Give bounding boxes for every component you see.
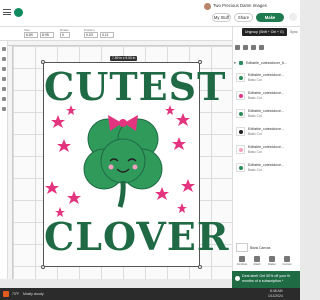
ungroup-tooltip: Ungroup (Shift + Ctrl + G) (242, 28, 287, 36)
layer-operation: Basic Cut (248, 132, 262, 136)
combine-tool[interactable]: Combine (236, 256, 248, 268)
attach-tool[interactable]: Attach (251, 256, 263, 268)
app-header: Two Precious Damn Images My Stuff Share … (0, 0, 300, 27)
layer-thumbnail (236, 145, 245, 154)
clock-date: 1/11/2024 (268, 294, 283, 298)
attach-icon (254, 256, 260, 262)
delete-icon[interactable] (259, 45, 264, 50)
deal-banner[interactable]: Deal alert! Get 50% off your fir months … (232, 271, 300, 288)
dimensions-tag: 7.89 in x 9.00 in (110, 56, 138, 61)
layer-name: Editable_cutestclove... (248, 163, 284, 167)
layer-row[interactable]: Editable_cutestclove... Basic Cut (236, 161, 298, 177)
layer-thumbnail (236, 91, 245, 100)
contour-icon (284, 256, 290, 262)
weather-status: Mostly cloudy (23, 292, 44, 296)
rotate-input[interactable]: 0 (60, 32, 70, 38)
layer-name: Editable_cutestclove... (248, 109, 284, 113)
layer-row[interactable]: Editable_cutestclove... Basic Cut (236, 89, 298, 105)
app-taskbar-icon[interactable] (3, 291, 9, 297)
layer-row[interactable]: Editable_cutestclove... Basic Cut (236, 143, 298, 159)
resize-handle-top-right[interactable] (198, 60, 202, 64)
layer-thumbnail (236, 163, 245, 172)
shamrock-illustration (45, 105, 195, 217)
layer-row[interactable]: Editable_cutestclove... Basic Cut (236, 107, 298, 123)
contour-tool[interactable]: Contour (281, 256, 293, 268)
upload-icon[interactable] (2, 107, 6, 111)
layer-name: Editable_cutestclove... (248, 73, 284, 77)
make-button[interactable]: Make (256, 13, 284, 22)
taskbar: 73°F Mostly cloudy 8:48 AM 1/11/2024 (0, 288, 300, 300)
ungroup-icon[interactable] (243, 45, 248, 50)
settings-icon[interactable] (289, 13, 297, 21)
layer-row[interactable]: Editable_cutestclove... Basic Cut (236, 71, 298, 87)
left-toolbar (0, 41, 8, 279)
deal-line-2: months of a subscription.* (242, 278, 284, 283)
my-stuff-button[interactable]: My Stuff (212, 13, 231, 22)
height-input[interactable]: 8.95 (40, 32, 54, 38)
duplicate-icon[interactable] (251, 45, 256, 50)
sync-label[interactable]: Sync (290, 30, 298, 34)
text-icon[interactable] (2, 87, 6, 91)
layer-operation: Basic Cut (248, 168, 262, 172)
menu-icon[interactable] (3, 9, 11, 16)
selected-design[interactable]: CUTEST CLOVER (43, 62, 230, 267)
temperature: 73°F (12, 292, 20, 296)
layer-row[interactable]: Editable_cutestclove... Basic Cut (236, 125, 298, 141)
group-icon[interactable] (235, 45, 240, 50)
width-input[interactable]: 6.89 (24, 32, 38, 38)
layer-thumbnail (236, 73, 245, 82)
edit-toolbar: Size 6.89 8.95 Rotate 0 Position 0.03 0.… (0, 27, 232, 41)
layer-group-row[interactable]: ▾ Editable_cutestclover_b... (234, 59, 298, 69)
images-icon[interactable] (2, 77, 6, 81)
layer-name: Editable_cutestclove... (248, 91, 284, 95)
chevron-down-icon[interactable]: ▾ (234, 61, 236, 65)
clock-time: 8:48 AM (270, 289, 283, 293)
group-name: Editable_cutestclover_b... (246, 61, 288, 65)
layer-operation: Basic Cut (248, 96, 262, 100)
projects-icon[interactable] (2, 67, 6, 71)
shapes-icon[interactable] (2, 97, 6, 101)
app-logo-icon (14, 8, 23, 17)
layer-thumbnail (236, 109, 245, 118)
new-icon[interactable] (2, 47, 6, 51)
layer-name: Editable_cutestclove... (248, 145, 284, 149)
layer-operation: Basic Cut (248, 78, 262, 82)
blank-canvas-thumbnail[interactable] (236, 243, 248, 252)
flatten-tool[interactable]: Flatten (266, 256, 278, 268)
templates-icon[interactable] (2, 57, 6, 61)
resize-handle-top-left[interactable] (41, 60, 45, 64)
art-title-bottom: CLOVER (44, 214, 230, 259)
tag-icon (235, 276, 240, 281)
avatar[interactable] (204, 3, 211, 10)
resize-handle-bottom-right[interactable] (198, 265, 202, 269)
layer-operation: Basic Cut (248, 150, 262, 154)
y-position-input[interactable]: 0.11 (100, 32, 114, 38)
x-position-input[interactable]: 0.03 (84, 32, 98, 38)
layer-thumbnail (236, 127, 245, 136)
share-button[interactable]: Share (234, 13, 253, 22)
combine-icon (239, 256, 245, 262)
project-title[interactable]: Two Precious Damn Images (213, 3, 267, 8)
art-title-top: CUTEST (44, 64, 227, 109)
resize-handle-bottom-left[interactable] (41, 265, 45, 269)
group-layer-icon (239, 61, 243, 65)
layer-name: Editable_cutestclove... (248, 127, 284, 131)
layer-operation: Basic Cut (248, 114, 262, 118)
blank-canvas-label: Blank Canvas (250, 246, 271, 250)
flatten-icon (269, 256, 275, 262)
